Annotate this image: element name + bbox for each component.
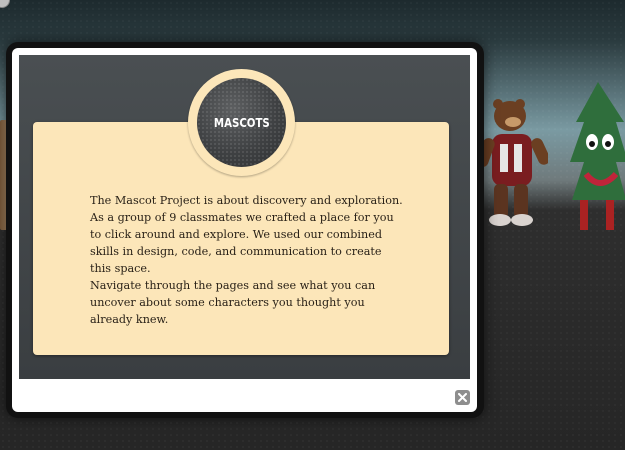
- close-button[interactable]: [455, 390, 470, 405]
- bear-mascot-image: [478, 99, 548, 226]
- about-paragraph-2: Navigate through the pages and see what …: [90, 279, 376, 326]
- close-icon: [458, 393, 467, 402]
- badge-title: MASCOTS: [213, 115, 270, 130]
- about-paragraph-1: The Mascot Project is about discovery an…: [90, 194, 403, 275]
- mascots-badge: MASCOTS: [197, 78, 286, 167]
- tree-mascot-image: [570, 82, 625, 230]
